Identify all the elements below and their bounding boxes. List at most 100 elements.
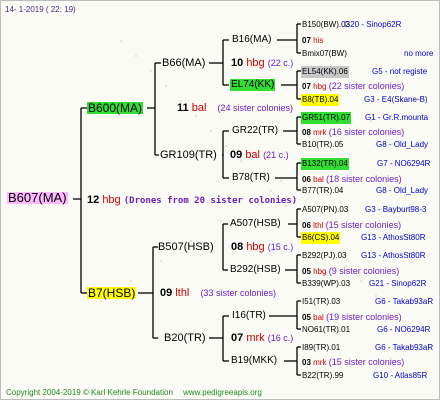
ancestor-gen4-15-id: G6 - Takab93aR [375, 343, 434, 352]
sister-colonies-note: (24 sister colonies) [217, 103, 293, 113]
sister-colonies-note: (18 sister colonies) [326, 174, 402, 184]
ancestor-gen4-8[interactable]: B77(TR).04 [302, 185, 343, 197]
ancestor-gen4-3[interactable]: EL54(KK).06 [301, 66, 349, 78]
queen-gen3-h-name[interactable]: B19(MKK) [231, 355, 277, 367]
breeder-code: hbg [313, 82, 327, 91]
sister-colonies-note: (16 sister colonies) [328, 127, 405, 137]
ancestor-name: Bmix07(BW) [302, 49, 347, 58]
ancestor-name: B292(PJ).03 [302, 251, 347, 260]
breeding-number: 12 [87, 194, 100, 206]
breeder-code: mrk [246, 332, 265, 344]
ancestor-gen4-13[interactable]: I51(TR).03 [302, 296, 340, 308]
queen-gen1-top-name[interactable]: B600(MA) [87, 102, 144, 114]
ancestor-gen4-11[interactable]: B292(PJ).03 [302, 250, 346, 262]
breeder-code: hbg [246, 57, 265, 69]
report-date: 14- 1-2019 ( 22: 19) [5, 5, 76, 14]
queen-gen2-d-name[interactable]: B20(TR) [164, 332, 206, 344]
breeding-number: 09 [160, 287, 173, 299]
queen-gen3-b-origin: 07 hbg (22 sister colonies) [302, 80, 404, 93]
sister-colonies-note: (16 c.) [267, 333, 294, 343]
ancestor-name: I89(TR).01 [302, 343, 341, 352]
queen-gen3-c-name[interactable]: GR22(TR) [232, 125, 278, 137]
queen-gen3-d-name[interactable]: B78(TR) [232, 172, 270, 184]
sister-colonies-note: (9 sister colonies) [328, 266, 400, 276]
queen-gen1-top-origin: 11 bal (24 sister colonies) [177, 102, 293, 114]
breeding-number: 05 [302, 313, 311, 322]
ancestor-gen4-11-id: G13 - AthosSt80R [361, 251, 426, 260]
ancestor-gen4-3-id: G5 - not registe [372, 67, 428, 76]
ancestor-gen4-9-id: G3 - Bayburt98-3 [365, 205, 427, 214]
queen-gen2-b-name[interactable]: GR109(TR) [160, 149, 217, 161]
site-link[interactable]: www.pedigreeapis.org [183, 388, 262, 397]
ancestor-gen4-4-id: G3 - E4(Skane-B) [364, 95, 428, 104]
queen-gen2-a-name[interactable]: B66(MA) [162, 57, 205, 69]
ancestor-gen4-1[interactable]: B150(BW).03 [302, 19, 350, 31]
ancestor-gen4-13-id: G6 - Takab93aR [375, 297, 434, 306]
ancestor-gen4-15[interactable]: I89(TR).01 [302, 342, 340, 354]
drone-colonies-note: (Drones from 20 sister colonies) [123, 196, 298, 206]
ancestor-name: EL54(KK).06 [302, 67, 348, 76]
ancestor-gen4-16-id: G10 - Atlas85R [373, 371, 428, 380]
ancestor-gen4-12-id: G21 - Sinop62R [369, 279, 427, 288]
queen-gen0-name[interactable]: B607(MA) [7, 191, 68, 204]
breeding-number: 08 [302, 128, 311, 137]
queen-gen3-g-origin: 05 bal (19 sister colonies) [302, 311, 402, 324]
queen-gen3-c-origin: 08 mrk (16 sister colonies) [302, 126, 404, 139]
queen-gen2-c-origin: 08 hbg (15 c.) [231, 241, 293, 253]
breeder-code: bal [245, 149, 260, 161]
breeder-code: lthl [175, 287, 190, 299]
ancestor-name: B132(TR).04 [302, 159, 348, 168]
breeder-code: lthl [313, 221, 324, 230]
ancestor-gen4-5[interactable]: GR51(TR).07 [301, 112, 352, 124]
queen-gen3-a-name[interactable]: B16(MA) [232, 34, 271, 46]
breeding-number: 07 [231, 332, 244, 344]
ancestor-gen4-6[interactable]: B10(TR).05 [302, 139, 343, 151]
sister-colonies-note: (15 sister colonies) [328, 357, 405, 367]
ancestor-gen4-7-id: G7 - NO6294R [377, 159, 431, 168]
ancestor-name: I51(TR).03 [302, 297, 341, 306]
breeder-code: hbg [313, 267, 327, 276]
breeding-number: 05 [302, 267, 311, 276]
queen-gen3-a-origin: 07 his [302, 35, 323, 47]
ancestor-gen4-9[interactable]: A507(PN).03 [302, 204, 348, 216]
ancestor-name: A507(PN).03 [302, 205, 349, 214]
breeding-number: 11 [177, 102, 189, 114]
queen-gen3-b-name[interactable]: EL74(KK) [230, 79, 276, 91]
ancestor-gen4-4[interactable]: B8(TB).04 [301, 94, 340, 106]
ancestor-gen4-2[interactable]: Bmix07(BW) [302, 48, 347, 60]
queen-gen3-e-name[interactable]: A507(HSB) [230, 218, 281, 230]
ancestor-gen4-6-id: G8 - Old_Lady [376, 140, 429, 149]
queen-gen3-g-name[interactable]: I16(TR) [232, 310, 266, 322]
queen-gen3-e-origin: 06 lthl (15 sister colonies) [302, 219, 401, 232]
breeder-code: mrk [313, 358, 327, 367]
ancestor-gen4-14-id: G6 - NO6294R [377, 325, 431, 334]
footer: Copyright 2004-2019 © Karl Kehrle Founda… [6, 387, 262, 399]
sister-colonies-note: (22 c.) [267, 58, 294, 68]
ancestor-gen4-14[interactable]: NO61(TR).01 [302, 324, 350, 336]
ancestor-name: B6(CS).04 [302, 233, 340, 242]
breeder-code: hbg [102, 194, 121, 206]
breeder-code: his [313, 36, 324, 45]
ancestor-gen4-10[interactable]: B6(CS).04 [301, 232, 341, 244]
breeder-code: hbg [246, 241, 265, 253]
ancestor-gen4-16[interactable]: B22(TR).99 [302, 370, 343, 382]
ancestor-gen4-7[interactable]: B132(TR).04 [301, 158, 349, 170]
ancestor-gen4-2-id: no more [404, 49, 434, 58]
queen-gen3-f-name[interactable]: B292(HSB) [230, 264, 281, 276]
breeder-code: bal [313, 313, 324, 322]
ancestor-gen4-1-id: G20 - Sinop62R [344, 20, 402, 29]
sister-colonies-note: (15 sister colonies) [325, 220, 402, 230]
sister-colonies-note: (33 sister colonies) [200, 288, 276, 298]
queen-gen2-c-name[interactable]: B507(HSB) [158, 241, 214, 253]
sister-colonies-note: (19 sister colonies) [326, 312, 402, 322]
breeder-code: bal [191, 102, 207, 114]
ancestor-name: NO61(TR).01 [302, 325, 351, 334]
ancestor-gen4-8-id: G8 - Old_Lady [376, 186, 429, 195]
breeding-number: 07 [302, 82, 311, 91]
ancestor-gen4-12[interactable]: B339(WP).03 [302, 278, 350, 290]
breeding-number: 07 [302, 36, 311, 45]
ancestor-name: B150(BW).03 [302, 20, 351, 29]
queen-gen1-bottom-name[interactable]: B7(HSB) [87, 287, 137, 299]
copyright-text: Copyright 2004-2019 © Karl Kehrle Founda… [6, 388, 173, 397]
breeding-number: 03 [302, 358, 311, 367]
